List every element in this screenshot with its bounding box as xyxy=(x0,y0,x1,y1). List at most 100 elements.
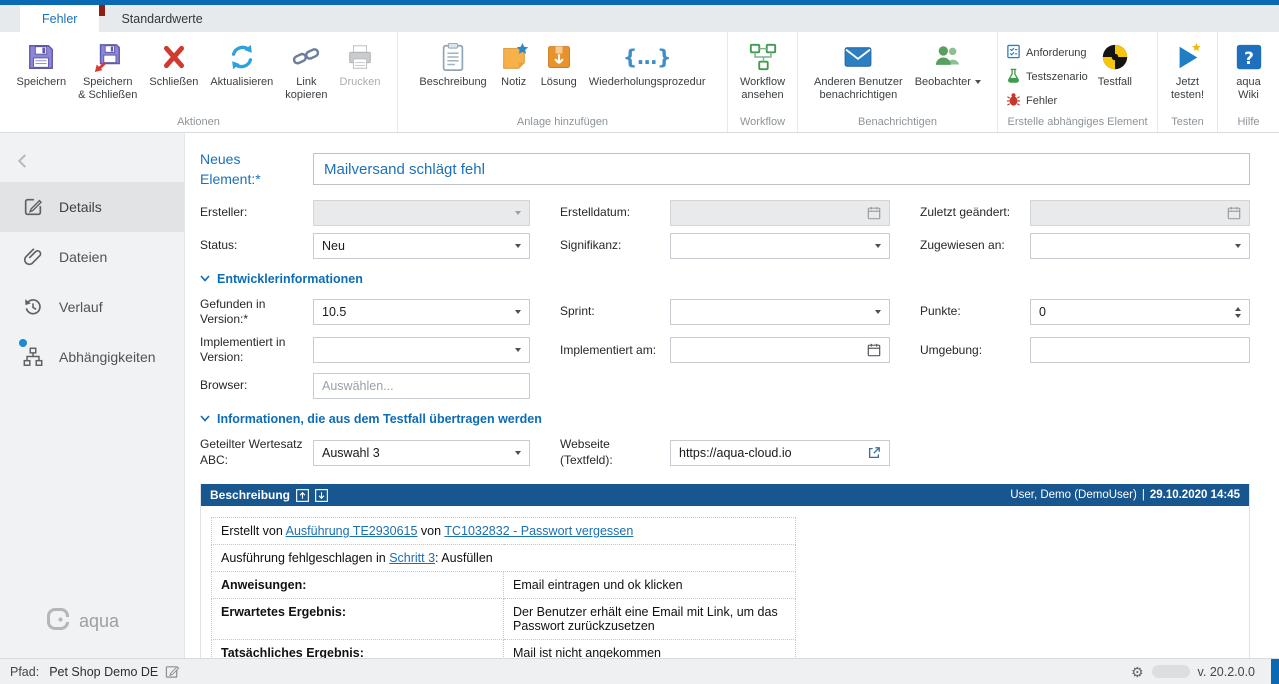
workflow-ansehen-label: Workflow ansehen xyxy=(740,76,785,102)
beschreibung-button[interactable]: Beschreibung xyxy=(413,36,492,89)
save-icon xyxy=(26,39,56,75)
notiz-button[interactable]: Notiz xyxy=(493,36,535,89)
step-link[interactable]: Schritt 3 xyxy=(389,551,435,565)
execution-link[interactable]: Ausführung TE2930615 xyxy=(286,524,418,538)
sidebar-item-abhaengigkeiten[interactable]: Abhängigkeiten xyxy=(0,332,184,382)
umgebung-label: Umgebung: xyxy=(920,343,1030,359)
chevron-left-icon xyxy=(14,151,32,171)
sidebar-item-verlauf[interactable]: Verlauf xyxy=(0,282,184,332)
note-icon xyxy=(499,39,529,75)
signifikanz-combobox[interactable] xyxy=(670,233,890,259)
zuletzt-geaendert-datefield[interactable] xyxy=(1030,200,1250,226)
benutzer-benachrichtigen-button[interactable]: Anderen Benutzer benachrichtigen xyxy=(808,36,909,102)
description-timestamp: 29.10.2020 14:45 xyxy=(1150,489,1240,501)
geteilter-wertesatz-combobox[interactable]: Auswahl 3 xyxy=(313,440,530,466)
anforderung-button[interactable]: Anforderung xyxy=(1006,44,1088,62)
wiederholungsprozedur-button[interactable]: {…} Wiederholungsprozedur xyxy=(583,36,712,89)
wiederholungsprozedur-label: Wiederholungsprozedur xyxy=(589,76,706,89)
description-meta-separator: | xyxy=(1142,489,1145,501)
chevron-down-icon xyxy=(200,415,210,422)
testfall-button[interactable]: Testfall xyxy=(1092,36,1138,89)
anweisungen-label: Anweisungen: xyxy=(212,572,504,599)
erstelldatum-datefield[interactable] xyxy=(670,200,890,226)
testscenario-icon xyxy=(1006,68,1021,86)
geteilter-wertesatz-label: Geteilter Wertesatz ABC: xyxy=(200,437,313,468)
calendar-icon xyxy=(867,343,881,357)
dropdown-caret-icon xyxy=(1235,244,1241,248)
browser-input[interactable] xyxy=(313,373,530,399)
umgebung-textfield[interactable] xyxy=(1030,337,1250,363)
dropdown-caret-icon xyxy=(875,310,881,314)
link-kopieren-button[interactable]: Link kopieren xyxy=(279,36,333,102)
punkte-stepper[interactable]: 0 xyxy=(1030,299,1250,325)
link-icon xyxy=(291,39,321,75)
sprint-label: Sprint: xyxy=(560,304,670,320)
path-value: Pet Shop Demo DE xyxy=(49,665,158,679)
ribbon: Speichern Speichern & Schließen Schließe… xyxy=(0,32,1279,133)
status-combobox[interactable]: Neu xyxy=(313,233,530,259)
group-label-aktionen: Aktionen xyxy=(0,114,397,132)
testszenario-button[interactable]: Testszenario xyxy=(1006,68,1088,86)
aqua-wiki-button[interactable]: ? aqua Wiki xyxy=(1228,36,1270,102)
title-input[interactable] xyxy=(313,153,1250,185)
gear-icon[interactable]: ⚙ xyxy=(1131,665,1144,679)
beobachter-button[interactable]: Beobachter xyxy=(909,36,987,89)
tab-fehler[interactable]: Fehler xyxy=(20,5,99,32)
erstelldatum-label: Erstelldatum: xyxy=(560,205,670,221)
schliessen-button[interactable]: Schließen xyxy=(143,36,204,89)
back-button[interactable] xyxy=(14,148,38,174)
zuletzt-geaendert-label: Zuletzt geändert: xyxy=(920,205,1030,221)
ribbon-group-anlage-hinzufuegen: Beschreibung Notiz Lösung {…} Wieder xyxy=(398,32,728,132)
move-down-icon[interactable] xyxy=(315,489,328,502)
testcase-link[interactable]: TC1032832 - Passwort vergessen xyxy=(444,524,633,538)
beobachter-label: Beobachter xyxy=(915,76,971,89)
description-panel-header: Beschreibung User, Demo (DemoUser) | 29.… xyxy=(201,484,1249,506)
loesung-label: Lösung xyxy=(541,76,577,89)
implementiert-in-version-combobox[interactable] xyxy=(313,337,530,363)
tatsaechliches-ergebnis-label: Tatsächliches Ergebnis: xyxy=(212,640,504,658)
history-icon xyxy=(22,296,44,318)
hierarchy-icon xyxy=(22,346,44,368)
beschreibung-label: Beschreibung xyxy=(419,76,486,89)
solution-icon xyxy=(545,39,573,75)
dropdown-caret-icon xyxy=(875,244,881,248)
speichern-button[interactable]: Speichern xyxy=(11,36,73,89)
sidebar-item-dateien[interactable]: Dateien xyxy=(0,232,184,282)
ersteller-combobox[interactable] xyxy=(313,200,530,226)
group-label-abhaengiges-element: Erstelle abhängiges Element xyxy=(998,114,1157,132)
fehler-erstellen-button[interactable]: Fehler xyxy=(1006,92,1088,110)
calendar-icon xyxy=(1227,206,1241,220)
tab-standardwerte[interactable]: Standardwerte xyxy=(99,5,224,32)
speichern-schliessen-button[interactable]: Speichern & Schließen xyxy=(72,36,143,102)
aqua-logo-text: aqua xyxy=(79,611,119,632)
section-testfall-informationen[interactable]: Informationen, die aus dem Testfall über… xyxy=(200,412,1250,426)
sidebar-item-details[interactable]: Details xyxy=(0,182,184,232)
tab-standardwerte-label: Standardwerte xyxy=(121,12,202,26)
window-corner-accent xyxy=(1271,659,1279,684)
webseite-urlfield[interactable]: https://aqua-cloud.io xyxy=(670,440,890,466)
loesung-button[interactable]: Lösung xyxy=(535,36,583,89)
external-link-icon[interactable] xyxy=(867,446,881,460)
workflow-ansehen-button[interactable]: Workflow ansehen xyxy=(734,36,791,102)
notiz-label: Notiz xyxy=(501,76,526,89)
aqua-logo-icon xyxy=(46,607,70,636)
implementiert-in-version-label: Implementiert in Version: xyxy=(200,335,313,366)
jetzt-testen-button[interactable]: Jetzt testen! xyxy=(1165,36,1210,102)
stepper-arrows-icon[interactable] xyxy=(1235,307,1241,318)
ribbon-group-workflow: Workflow ansehen Workflow xyxy=(728,32,798,132)
drucken-button[interactable]: Drucken xyxy=(334,36,387,89)
gefunden-in-version-combobox[interactable]: 10.5 xyxy=(313,299,530,325)
browser-label: Browser: xyxy=(200,378,313,394)
description-panel: Beschreibung User, Demo (DemoUser) | 29.… xyxy=(200,484,1250,658)
move-up-icon[interactable] xyxy=(296,489,309,502)
ersteller-label: Ersteller: xyxy=(200,205,313,221)
implementiert-am-datefield[interactable] xyxy=(670,337,890,363)
sprint-combobox[interactable] xyxy=(670,299,890,325)
group-label-benachrichtigen: Benachrichtigen xyxy=(798,114,997,132)
aktualisieren-button[interactable]: Aktualisieren xyxy=(204,36,279,89)
dropdown-caret-icon xyxy=(515,211,521,215)
section-entwicklerinformationen[interactable]: Entwicklerinformationen xyxy=(200,272,1250,286)
edit-path-icon[interactable] xyxy=(165,664,180,679)
zoom-pill[interactable] xyxy=(1152,665,1190,678)
zugewiesen-an-combobox[interactable] xyxy=(1030,233,1250,259)
